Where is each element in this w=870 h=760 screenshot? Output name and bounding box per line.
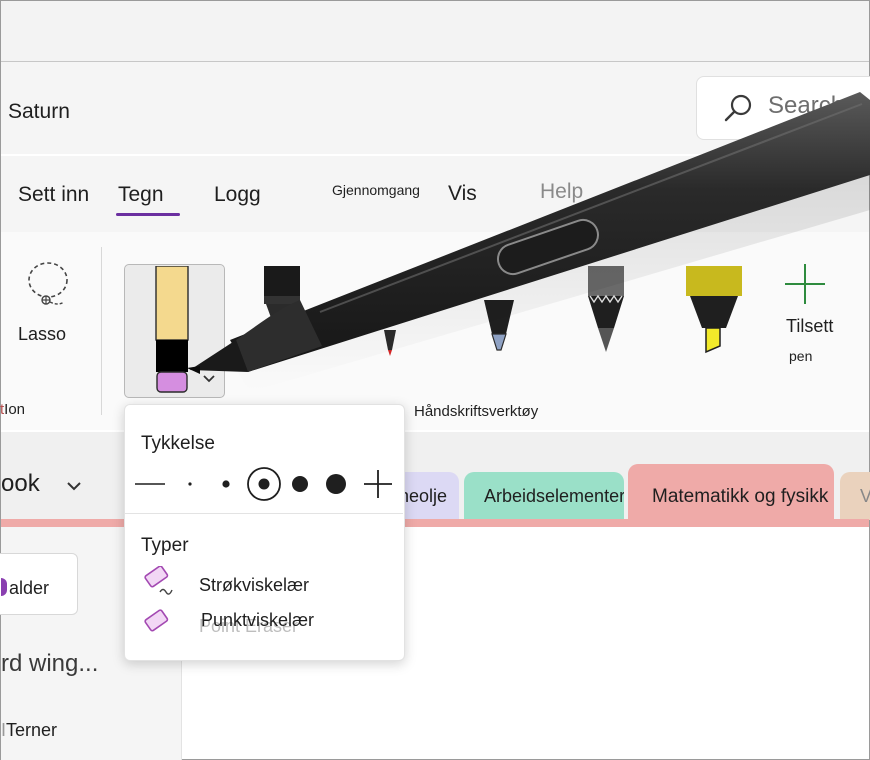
app-title: Saturn bbox=[8, 100, 70, 123]
selection-group-label: tIon bbox=[0, 401, 26, 418]
tab-insert[interactable]: Sett inn bbox=[18, 183, 89, 207]
popup-divider bbox=[124, 513, 403, 514]
eraser-icon bbox=[155, 266, 189, 393]
lasso-icon[interactable] bbox=[16, 256, 78, 312]
point-eraser-option[interactable]: Punktviskelær bbox=[201, 610, 314, 631]
handwriting-tools-group-label: Håndskriftsverktøy bbox=[414, 403, 539, 420]
section-tab-2[interactable]: Arbeidselementer bbox=[464, 472, 624, 520]
add-pen-sublabel[interactable]: pen bbox=[789, 348, 812, 364]
add-pen-icon[interactable] bbox=[783, 262, 827, 306]
types-heading: Typer bbox=[141, 535, 189, 556]
notebook-name[interactable]: ook bbox=[1, 470, 40, 498]
highlighter-icon[interactable] bbox=[686, 266, 742, 356]
add-thickness-icon[interactable] bbox=[362, 468, 394, 500]
page-item[interactable]: ITerner bbox=[1, 720, 57, 741]
tab-review[interactable]: Gjennomgang bbox=[332, 182, 420, 198]
tab-history[interactable]: Logg bbox=[214, 183, 261, 207]
thickness-medium-option-selected[interactable] bbox=[246, 466, 282, 502]
chevron-down-icon[interactable] bbox=[202, 374, 216, 384]
thickness-extra-thick-option[interactable] bbox=[324, 472, 348, 496]
pen-red-icon[interactable] bbox=[380, 330, 400, 360]
stroke-eraser-icon[interactable] bbox=[140, 566, 174, 600]
pen-gray-blue-icon[interactable] bbox=[482, 300, 516, 356]
section-tab-3-active[interactable]: Matematikk og fysikk bbox=[628, 464, 834, 520]
stroke-eraser-option[interactable]: Strøkviskelær bbox=[199, 575, 309, 596]
tab-help[interactable]: Help bbox=[540, 180, 583, 204]
thickness-thinnest-option[interactable] bbox=[134, 476, 166, 492]
thickness-thin-option[interactable] bbox=[218, 476, 234, 492]
folder-icon bbox=[1, 578, 7, 596]
pencil-icon[interactable] bbox=[586, 266, 626, 356]
title-bar bbox=[1, 1, 869, 62]
thickness-extra-thin-option[interactable] bbox=[182, 476, 198, 492]
page-item[interactable]: rd wing... bbox=[1, 650, 98, 678]
section-tab-4[interactable]: V bbox=[840, 472, 870, 520]
active-tab-indicator bbox=[116, 213, 180, 216]
point-eraser-icon[interactable] bbox=[140, 604, 174, 638]
folder-label[interactable]: alder bbox=[1, 578, 49, 599]
thickness-thick-option[interactable] bbox=[288, 472, 312, 496]
search-input[interactable]: Search bbox=[768, 92, 844, 120]
lasso-button-label[interactable]: Lasso bbox=[18, 324, 66, 345]
add-pen-label[interactable]: Tilsett bbox=[786, 316, 833, 337]
tab-view[interactable]: Vis bbox=[448, 182, 477, 206]
tab-draw[interactable]: Tegn bbox=[118, 183, 164, 207]
ribbon-divider bbox=[101, 247, 102, 415]
pen-black-icon[interactable] bbox=[262, 266, 302, 356]
thickness-heading: Tykkelse bbox=[141, 433, 215, 454]
chevron-down-icon[interactable] bbox=[66, 480, 82, 492]
search-icon[interactable] bbox=[722, 92, 754, 124]
